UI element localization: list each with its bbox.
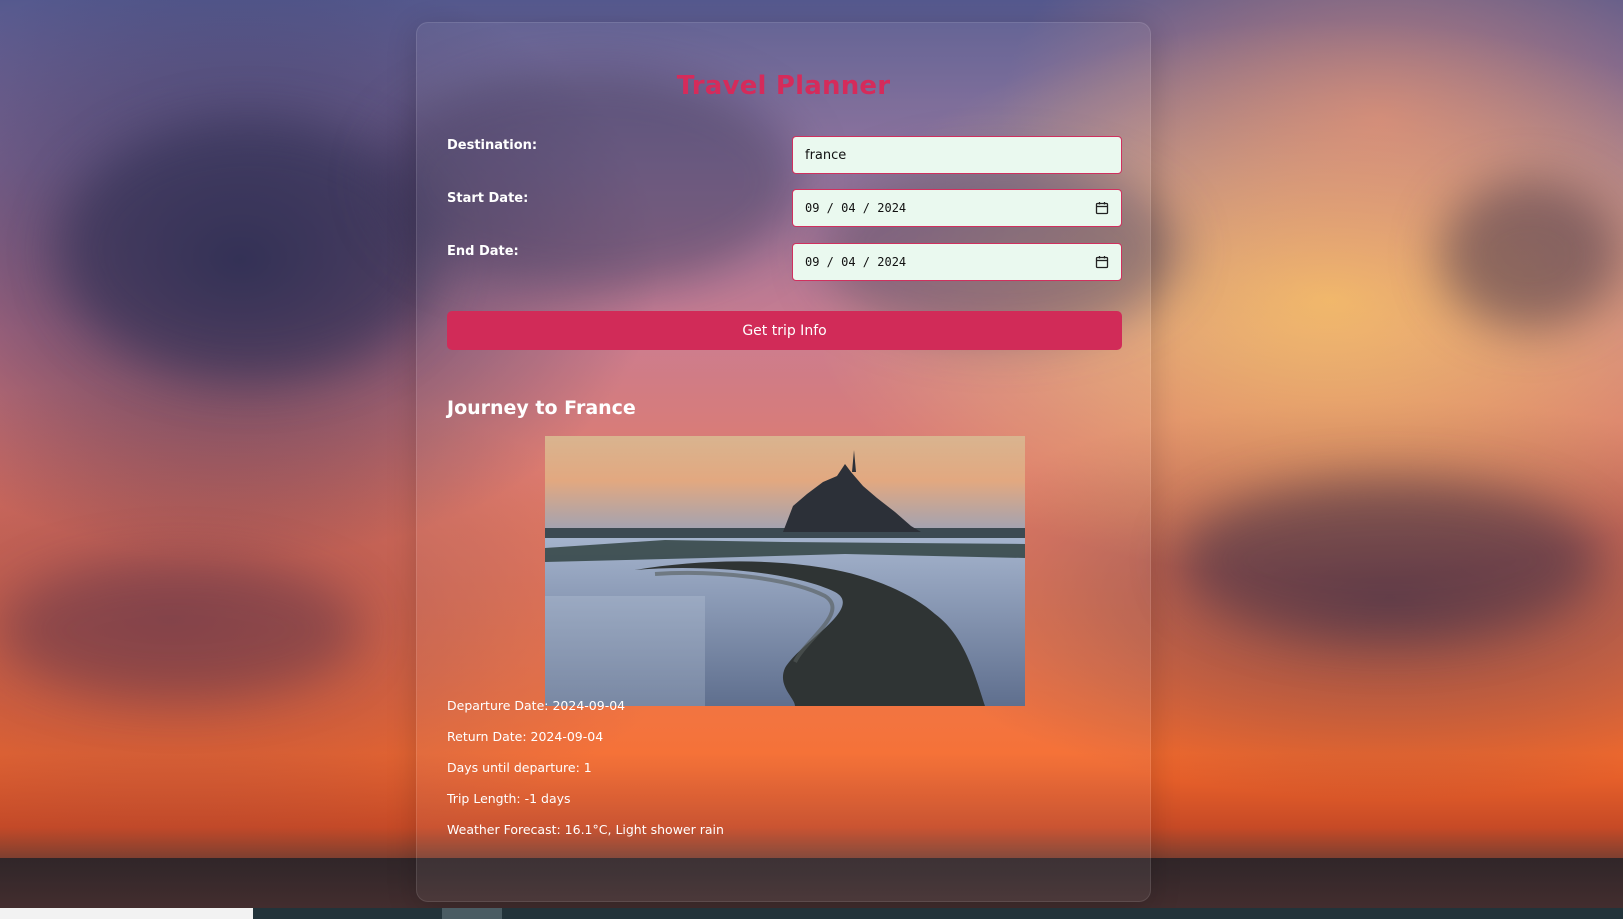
taskbar-app-tile[interactable] [442, 908, 502, 919]
start-date-value: 09 / 04 / 2024 [805, 201, 907, 215]
trip-planner-card: Travel Planner Destination: france Start… [416, 22, 1151, 902]
calendar-icon[interactable] [1095, 201, 1109, 215]
days-until-departure-text: Days until departure: 1 [447, 760, 592, 775]
destination-input[interactable]: france [792, 136, 1122, 174]
page-title: Travel Planner [676, 71, 891, 101]
background-cloud [0, 560, 360, 700]
background-cloud [1440, 180, 1620, 330]
start-date-input[interactable]: 09 / 04 / 2024 [792, 189, 1122, 227]
start-date-label: Start Date: [447, 191, 529, 206]
journey-heading: Journey to France [447, 397, 636, 419]
taskbar [0, 908, 1623, 919]
destination-value: france [805, 147, 847, 163]
mont-saint-michel-photo [545, 436, 1025, 706]
end-date-label: End Date: [447, 244, 519, 259]
calendar-icon[interactable] [1095, 255, 1109, 269]
background-cloud [1180, 480, 1600, 640]
destination-label: Destination: [447, 138, 538, 153]
get-trip-info-button[interactable]: Get trip Info [447, 311, 1122, 350]
weather-forecast-text: Weather Forecast: 16.1°C, Light shower r… [447, 822, 724, 837]
taskbar-start-area[interactable] [0, 908, 253, 919]
end-date-input[interactable]: 09 / 04 / 2024 [792, 243, 1122, 281]
departure-date-text: Departure Date: 2024-09-04 [447, 698, 626, 713]
trip-length-text: Trip Length: -1 days [447, 791, 571, 806]
destination-image [545, 436, 1025, 706]
return-date-text: Return Date: 2024-09-04 [447, 729, 604, 744]
end-date-value: 09 / 04 / 2024 [805, 255, 907, 269]
